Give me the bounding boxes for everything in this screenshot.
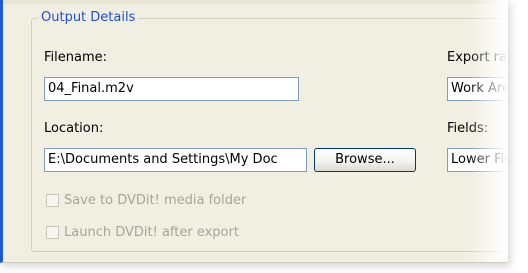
export-range-select[interactable]: Work Area (447, 77, 508, 101)
browse-button[interactable]: Browse... (314, 148, 416, 172)
launch-after-export-checkbox[interactable]: Launch DVDit! after export (46, 225, 286, 241)
save-to-media-folder-checkbox[interactable]: Save to DVDit! media folder (46, 193, 286, 209)
save-to-media-folder-checkbox-box[interactable] (46, 194, 59, 207)
fields-select[interactable]: Lower Field (447, 148, 508, 172)
save-to-media-folder-label: Save to DVDit! media folder (64, 193, 247, 208)
export-range-label: Export range (447, 50, 508, 65)
location-label: Location: (44, 121, 104, 136)
group-title: Output Details (38, 9, 139, 27)
filename-label: Filename: (44, 50, 108, 65)
location-input[interactable]: E:\Documents and Settings\My Doc (44, 148, 307, 172)
output-details-panel: Output Details Filename: 04_Final.m2v Lo… (0, 0, 508, 263)
fields-label: Fields: (447, 121, 489, 136)
filename-input[interactable]: 04_Final.m2v (44, 77, 299, 101)
launch-after-export-checkbox-box[interactable] (46, 226, 59, 239)
launch-after-export-label: Launch DVDit! after export (64, 225, 239, 240)
